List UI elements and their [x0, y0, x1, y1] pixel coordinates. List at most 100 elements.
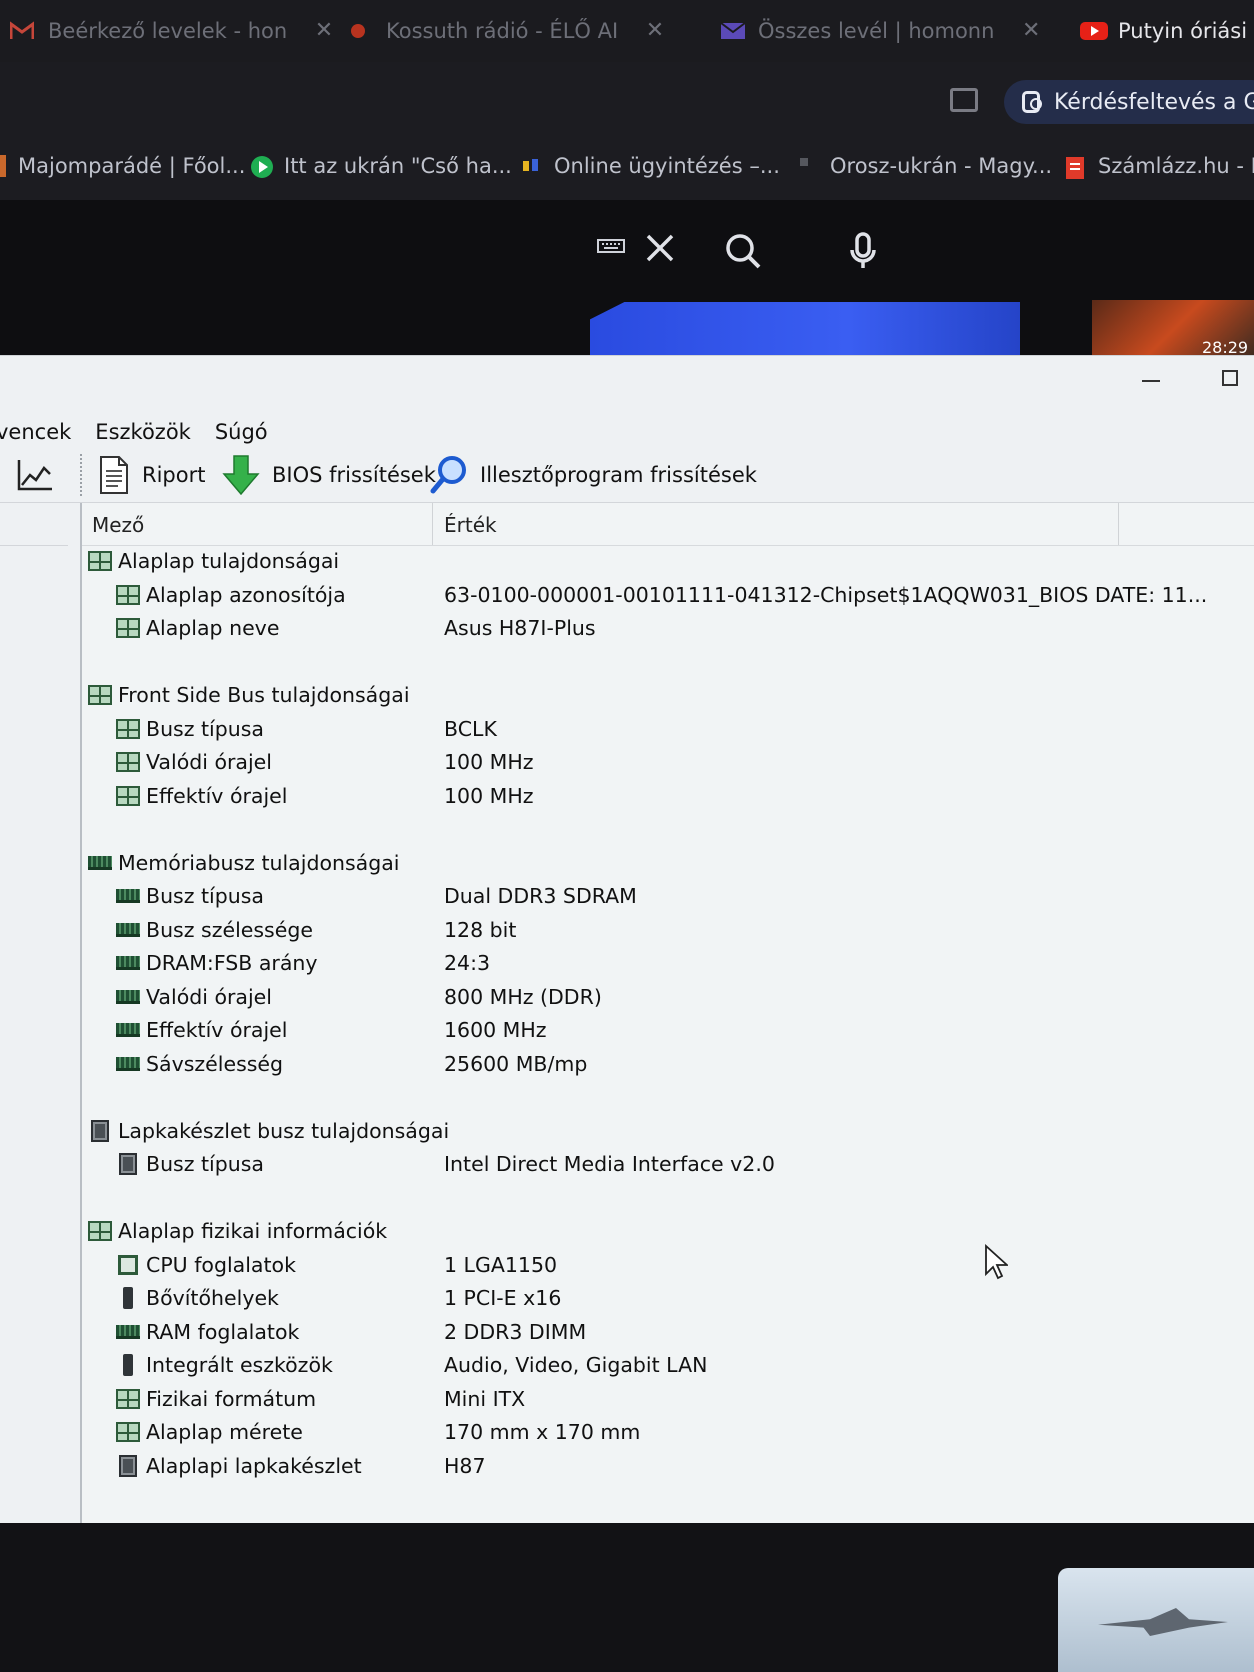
- memory-module-icon: [114, 919, 142, 941]
- table-row[interactable]: Busz típusa BCLK: [82, 713, 1254, 745]
- memory-module-icon: [86, 852, 114, 874]
- table-row[interactable]: Alaplapi lapkakészlet H87: [82, 1450, 1254, 1482]
- field-label: Alaplap azonosítója: [146, 582, 346, 607]
- table-row[interactable]: Busz típusa Intel Direct Media Interface …: [82, 1148, 1254, 1180]
- table-row[interactable]: Effektív órajel 1600 MHz: [82, 1014, 1254, 1046]
- field-label: Valódi órajel: [146, 984, 272, 1009]
- graph-button[interactable]: [16, 452, 66, 498]
- bookmark-item[interactable]: Számlázz.hu - Ki: [1064, 154, 1254, 179]
- browser-tab-title: Összes levél | homonn: [758, 19, 995, 43]
- value-cell: 128 bit: [444, 917, 517, 942]
- table-row[interactable]: CPU foglalatok 1 LGA1150: [82, 1249, 1254, 1281]
- document-icon: [98, 455, 130, 495]
- driver-update-button[interactable]: Illesztőprogram frissítések: [430, 452, 757, 498]
- table-row[interactable]: Fizikai formátum Mini ITX: [82, 1383, 1254, 1415]
- table-row[interactable]: Integrált eszközök Audio, Video, Gigabit …: [82, 1349, 1254, 1381]
- close-icon[interactable]: ✕: [1022, 18, 1040, 43]
- table-row[interactable]: Alaplap neve Asus H87I-Plus: [82, 612, 1254, 644]
- field-cell: Busz típusa: [114, 713, 264, 745]
- radio-icon: [348, 21, 372, 41]
- browser-tab-active[interactable]: Putyin óriási c: [1080, 14, 1254, 48]
- field-label: Bővítőhelyek: [146, 1286, 279, 1310]
- table-row[interactable]: RAM foglalatok 2 DDR3 DIMM: [82, 1316, 1254, 1348]
- table-row[interactable]: Busz típusa Dual DDR3 SDRAM: [82, 880, 1254, 912]
- table-row[interactable]: Effektív órajel 100 MHz: [82, 780, 1254, 812]
- keyboard-icon[interactable]: [596, 232, 626, 264]
- google-lens-button[interactable]: Kérdésfeltevés a Go: [1004, 80, 1254, 124]
- browser-tab[interactable]: Kossuth rádió - ÉLŐ AI ✕: [348, 14, 664, 48]
- field-label: DRAM:FSB arány: [146, 951, 318, 975]
- bookmark-icon: [796, 155, 818, 177]
- table-row[interactable]: Sávszélesség 25600 MB/mp: [82, 1048, 1254, 1080]
- toolbar: Riport BIOS frissítések Illesztőprogram …: [0, 448, 1254, 503]
- play-icon: [250, 155, 273, 178]
- properties-list[interactable]: Mező Érték Alaplap tulajdonságai Alaplap …: [82, 503, 1254, 1523]
- install-app-icon[interactable]: [950, 88, 978, 112]
- column-divider[interactable]: [1118, 503, 1119, 545]
- table-row[interactable]: Valódi órajel 800 MHz (DDR): [82, 981, 1254, 1013]
- camera-icon: [1022, 91, 1042, 113]
- maximize-button[interactable]: [1222, 370, 1238, 386]
- download-arrow-icon: [222, 455, 260, 495]
- memory-module-icon: [114, 1019, 142, 1041]
- motherboard-icon: [114, 751, 142, 773]
- browser-tab[interactable]: Beérkező levelek - hon ✕: [9, 14, 333, 48]
- menu-help[interactable]: Súgó: [203, 414, 280, 450]
- browser-tab-title: Putyin óriási c: [1118, 19, 1254, 43]
- field-cell: Valódi órajel: [114, 746, 272, 778]
- driver-update-label: Illesztőprogram frissítések: [480, 463, 757, 487]
- minimize-button[interactable]: [1142, 380, 1160, 382]
- value-cell: 800 MHz (DDR): [444, 984, 602, 1009]
- close-icon[interactable]: ✕: [646, 18, 664, 43]
- group-row[interactable]: Alaplap fizikai információk: [82, 1215, 1254, 1247]
- column-divider[interactable]: [432, 503, 433, 545]
- value-cell: Intel Direct Media Interface v2.0: [444, 1152, 775, 1176]
- video-thumbnail[interactable]: [1058, 1568, 1254, 1672]
- column-header-value[interactable]: Érték: [444, 503, 497, 545]
- menu-favorites[interactable]: vencek: [0, 414, 83, 450]
- report-button[interactable]: Riport: [98, 452, 205, 498]
- bookmark-item[interactable]: Itt az ukrán "Cső ha...: [250, 154, 512, 178]
- value-cell: 2 DDR3 DIMM: [444, 1319, 587, 1344]
- table-row[interactable]: Alaplap mérete 170 mm x 170 mm: [82, 1416, 1254, 1448]
- toolbar-separator: [80, 454, 82, 496]
- table-row[interactable]: Bővítőhelyek 1 PCI-E x16: [82, 1282, 1254, 1314]
- field-cell: Busz szélessége: [114, 914, 313, 946]
- group-row[interactable]: Alaplap tulajdonságai: [82, 545, 1254, 577]
- group-row[interactable]: Memóriabusz tulajdonságai: [82, 847, 1254, 879]
- video-thumbnail[interactable]: [590, 302, 1020, 360]
- microphone-icon[interactable]: [848, 232, 878, 276]
- field-cell: Effektív órajel: [114, 1014, 287, 1046]
- group-title: Alaplap tulajdonságai: [118, 549, 340, 573]
- table-row[interactable]: Valódi órajel 100 MHz: [82, 746, 1254, 778]
- browser-tab-title: Beérkező levelek - hon: [48, 19, 288, 43]
- navigation-tree-pane[interactable]: [0, 503, 82, 1523]
- column-header-field[interactable]: Mező: [92, 503, 144, 545]
- field-cell: Alaplap fizikai információk: [86, 1215, 387, 1247]
- table-row[interactable]: Busz szélessége 128 bit: [82, 914, 1254, 946]
- field-label: Effektív órajel: [146, 783, 288, 808]
- memory-module-icon: [114, 1053, 142, 1075]
- gmail-icon: [9, 21, 35, 41]
- value-cell: BCLK: [444, 716, 497, 741]
- menu-tools[interactable]: Eszközök: [83, 414, 203, 450]
- table-row[interactable]: DRAM:FSB arány 24:3: [82, 947, 1254, 979]
- group-title: Alaplap fizikai információk: [118, 1219, 388, 1243]
- field-cell: Alaplap neve: [114, 612, 279, 644]
- group-row[interactable]: Lapkakészlet busz tulajdonságai: [82, 1115, 1254, 1147]
- field-cell: Alaplap azonosítója: [114, 579, 346, 611]
- close-icon[interactable]: ✕: [315, 18, 333, 43]
- value-cell: Mini ITX: [444, 1386, 526, 1411]
- bookmark-item[interactable]: Online ügyintézés –...: [520, 154, 780, 178]
- clear-search-icon[interactable]: [644, 232, 676, 268]
- motherboard-icon: [114, 584, 142, 606]
- bios-update-button[interactable]: BIOS frissítések: [222, 452, 436, 498]
- group-row[interactable]: Front Side Bus tulajdonságai: [82, 679, 1254, 711]
- search-icon[interactable]: [724, 232, 762, 274]
- bookmark-item[interactable]: Majomparádé | Főol...: [0, 154, 245, 178]
- browser-tab[interactable]: Összes levél | homonn ✕: [720, 14, 1040, 48]
- table-row[interactable]: Alaplap azonosítója 63-0100-000001-001011…: [82, 579, 1254, 611]
- bookmark-item[interactable]: Orosz-ukrán - Magy...: [796, 154, 1052, 178]
- group-title: Lapkakészlet busz tulajdonságai: [118, 1118, 450, 1143]
- bios-update-label: BIOS frissítések: [272, 463, 436, 487]
